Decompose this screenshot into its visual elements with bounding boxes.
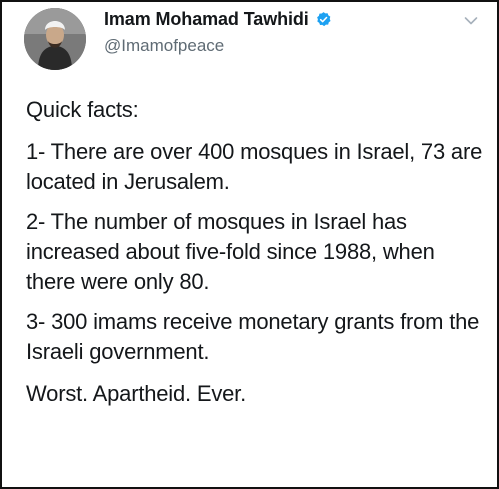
tweet-paragraph: Worst. Apartheid. Ever.	[26, 381, 246, 406]
verified-badge-icon	[316, 12, 331, 27]
author-name-row: Imam Mohamad Tawhidi	[104, 9, 332, 30]
chevron-down-icon[interactable]	[464, 16, 478, 26]
tweet-paragraph: 3- 300 imams receive monetary grants fro…	[26, 309, 480, 364]
avatar[interactable]	[24, 8, 86, 70]
tweet-card: Imam Mohamad Tawhidi @Imamofpeace Quick …	[2, 2, 497, 487]
tweet-text: Quick facts: 1- There are over 400 mosqu…	[26, 95, 488, 409]
tweet-paragraph: Quick facts:	[26, 97, 139, 122]
profile-photo	[24, 8, 86, 70]
author-handle[interactable]: @Imamofpeace	[104, 36, 224, 56]
tweet-paragraph: 2- The number of mosques in Israel has i…	[26, 209, 435, 294]
tweet-paragraph: 1- There are over 400 mosques in Israel,…	[26, 139, 483, 194]
screenshot-frame: Imam Mohamad Tawhidi @Imamofpeace Quick …	[0, 0, 499, 489]
display-name[interactable]: Imam Mohamad Tawhidi	[104, 9, 309, 30]
